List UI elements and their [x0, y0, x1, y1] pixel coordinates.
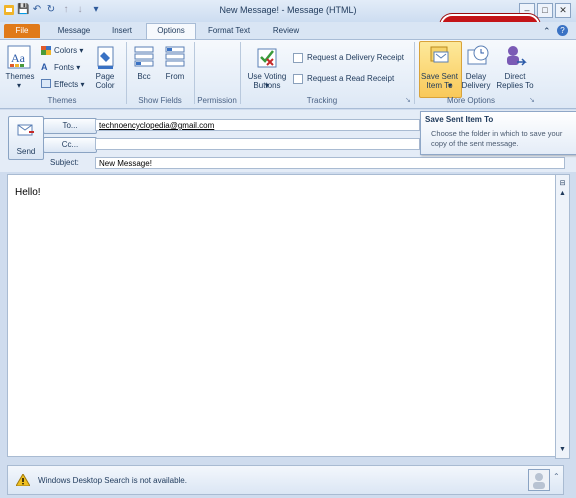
save-sent-dropdown-icon: ▾	[447, 81, 452, 90]
fonts-icon: A	[41, 62, 48, 72]
close-button[interactable]: ✕	[555, 3, 571, 18]
read-receipt-label: Request a Read Receipt	[307, 74, 395, 83]
save-sent-item-tooltip: Save Sent Item To Choose the folder in w…	[420, 111, 576, 155]
themes-button[interactable]: Aa	[6, 45, 32, 71]
subject-label: Subject:	[50, 158, 79, 167]
delivery-receipt-label: Request a Delivery Receipt	[307, 53, 404, 62]
send-icon	[17, 124, 34, 136]
group-separator	[126, 42, 127, 104]
themes-group-label: Themes	[47, 96, 77, 105]
themes-label: Themes	[5, 72, 35, 81]
message-body[interactable]: Hello!	[7, 174, 556, 457]
people-pane-bar: Windows Desktop Search is not available.…	[7, 465, 564, 495]
tab-insert[interactable]: Insert	[102, 24, 142, 38]
to-field[interactable]: technoencyclopedia@gmail.com	[95, 119, 420, 131]
colors-label: Colors	[54, 46, 78, 55]
cc-button[interactable]: Cc...	[43, 137, 97, 153]
direct-replies-icon	[507, 46, 527, 66]
group-separator	[414, 42, 415, 104]
warning-icon	[16, 474, 30, 486]
group-separator	[194, 42, 195, 104]
fonts-button[interactable]: Fonts ▾	[54, 63, 80, 72]
effects-icon	[41, 79, 51, 88]
bcc-button[interactable]	[133, 45, 155, 69]
direct-replies-button[interactable]	[503, 44, 527, 70]
delay-delivery-button[interactable]	[466, 44, 490, 70]
expand-pane-icon[interactable]: ⌃	[553, 472, 560, 481]
tab-review[interactable]: Review	[264, 24, 308, 38]
effects-label: Effects	[54, 80, 79, 89]
fonts-label: Fonts	[54, 63, 75, 72]
tab-format-text[interactable]: Format Text	[200, 24, 258, 38]
voting-icon	[257, 48, 277, 68]
scroll-up-icon[interactable]: ▲	[557, 190, 568, 198]
tooltip-title: Save Sent Item To	[425, 115, 494, 124]
read-receipt-checkbox[interactable]	[293, 74, 303, 84]
permission-group-label: Permission	[197, 96, 237, 105]
from-label: From	[165, 72, 185, 81]
delivery-receipt-checkbox[interactable]	[293, 53, 303, 63]
voting-buttons-button[interactable]	[255, 45, 279, 71]
help-icon[interactable]: ?	[557, 25, 568, 36]
ruler-icon[interactable]: ⊟	[558, 179, 567, 188]
status-message: Windows Desktop Search is not available.	[38, 476, 187, 485]
page-color-icon	[97, 46, 114, 69]
to-button[interactable]: To...	[43, 118, 97, 134]
direct-replies-label: Direct Replies To	[496, 72, 534, 90]
tracking-dialog-launcher-icon[interactable]: ↘	[405, 96, 411, 104]
colors-icon	[41, 46, 51, 55]
body-scrollbar[interactable]: ⊟ ▲ ▼	[555, 174, 570, 459]
page-color-button[interactable]	[95, 46, 117, 70]
from-button[interactable]	[164, 45, 186, 69]
subject-field[interactable]: New Message!	[95, 157, 565, 169]
send-label: Send	[16, 147, 36, 156]
scroll-down-icon[interactable]: ▼	[557, 446, 568, 454]
cc-field[interactable]	[95, 138, 420, 150]
tracking-group-label: Tracking	[306, 96, 338, 105]
more-options-dialog-launcher-icon[interactable]: ↘	[529, 96, 535, 104]
tab-message[interactable]: Message	[50, 24, 98, 38]
body-text[interactable]: Hello!	[15, 187, 41, 198]
ribbon-collapse-icon[interactable]: ⌃	[543, 26, 551, 37]
from-icon	[165, 46, 185, 67]
themes-icon: Aa	[7, 45, 31, 69]
to-recipient[interactable]: technoencyclopedia@gmail.com	[99, 121, 214, 130]
bcc-icon	[134, 46, 154, 67]
contact-avatar[interactable]	[528, 469, 550, 491]
tooltip-body: Choose the folder in which to save your …	[431, 129, 563, 148]
effects-button[interactable]: Effects ▾	[54, 80, 85, 89]
tab-options[interactable]: Options	[146, 23, 196, 40]
save-sent-item-icon	[428, 44, 452, 68]
bcc-label: Bcc	[137, 72, 151, 81]
send-button[interactable]: Send	[8, 116, 44, 160]
person-icon	[533, 473, 545, 489]
more-options-group-label: More Options	[446, 96, 496, 105]
delay-delivery-icon	[467, 45, 489, 65]
group-separator	[240, 42, 241, 104]
tab-file[interactable]: File	[4, 24, 40, 38]
page-color-label: Page Color	[95, 72, 115, 90]
themes-dropdown-icon: ▾	[16, 81, 21, 90]
voting-dropdown-icon: ▾	[264, 81, 269, 90]
maximize-button[interactable]: □	[537, 3, 553, 18]
colors-button[interactable]: Colors ▾	[54, 46, 83, 55]
delay-delivery-label: Delay Delivery	[461, 72, 491, 90]
svg-text:Aa: Aa	[11, 51, 26, 65]
show-fields-group-label: Show Fields	[138, 96, 182, 105]
